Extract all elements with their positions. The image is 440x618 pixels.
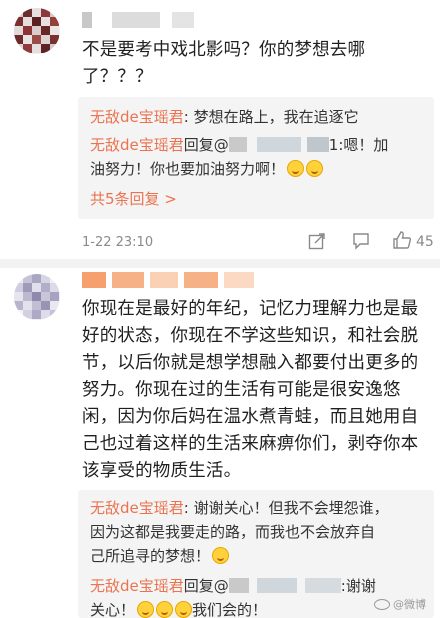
grin-emoji-icon (306, 160, 324, 177)
reply-author[interactable]: 无敌de宝瑶君 (90, 499, 184, 517)
like-count: 45 (416, 234, 434, 250)
reply-1-cont: 因为这都是我要走的路，而我也不会放弃自 (90, 523, 376, 541)
masked-mention (228, 578, 249, 593)
view-more-replies-link[interactable]: 共5条回复 > (90, 187, 177, 211)
divider (0, 259, 440, 268)
weibo-logo-icon (374, 599, 390, 610)
comment-icon[interactable] (352, 232, 370, 250)
comment-2: 你现在是最好的年纪，记忆力理解力也是最 好的状态，你现在不学这些知识，和社会脱 … (0, 268, 440, 618)
avatar[interactable] (14, 274, 60, 320)
reply-2-cont: 油努力！你也要加油努力啊！ (90, 157, 324, 181)
grin-emoji-icon (175, 601, 193, 618)
comment-text: 你现在是最好的年纪，记忆力理解力也是最 好的状态，你现在不学这些知识，和社会脱 … (82, 299, 419, 481)
grin-emoji-icon (156, 601, 174, 618)
like-thumb-icon[interactable] (392, 230, 412, 250)
avatar[interactable] (14, 8, 60, 54)
username-masked[interactable] (82, 12, 222, 28)
reply-2: 无敌de宝瑶君回复@:谢谢 (90, 577, 376, 595)
reply-1-cont: 己所追寻的梦想！ (90, 544, 230, 568)
grin-emoji-icon (137, 601, 155, 618)
reply-2: 无敌de宝瑶君回复@ 1:嗯！加 (90, 136, 389, 154)
weibo-watermark: @微博 (374, 596, 426, 612)
masked-mention (228, 137, 247, 152)
reply-author[interactable]: 无敌de宝瑶君 (90, 108, 184, 126)
grin-emoji-icon (287, 160, 305, 177)
username-masked[interactable] (82, 272, 262, 288)
comment-text: 不是要考中戏北影吗？你的梦想去哪 了？？？ (82, 40, 366, 87)
share-icon[interactable] (308, 232, 326, 250)
reply-thread[interactable]: 无敌de宝瑶君: 梦想在路上，我在追逐它 无敌de宝瑶君回复@ 1:嗯！加 油努力… (78, 97, 434, 219)
grin-emoji-icon (212, 547, 230, 564)
reply-2-cont: 关心！ 我们会的！ (90, 601, 268, 618)
reply-1: 无敌de宝瑶君: 谢谢关心！但我不会埋怨谁， (90, 499, 389, 517)
reply-author[interactable]: 无敌de宝瑶君 (90, 136, 184, 154)
timestamp: 1-22 23:10 (82, 235, 154, 250)
reply-1: 无敌de宝瑶君: 梦想在路上，我在追逐它 (90, 108, 359, 126)
reply-author[interactable]: 无敌de宝瑶君 (90, 577, 184, 595)
comment-1: 不是要考中戏北影吗？你的梦想去哪 了？？？ 无敌de宝瑶君: 梦想在路上，我在追… (0, 0, 440, 260)
